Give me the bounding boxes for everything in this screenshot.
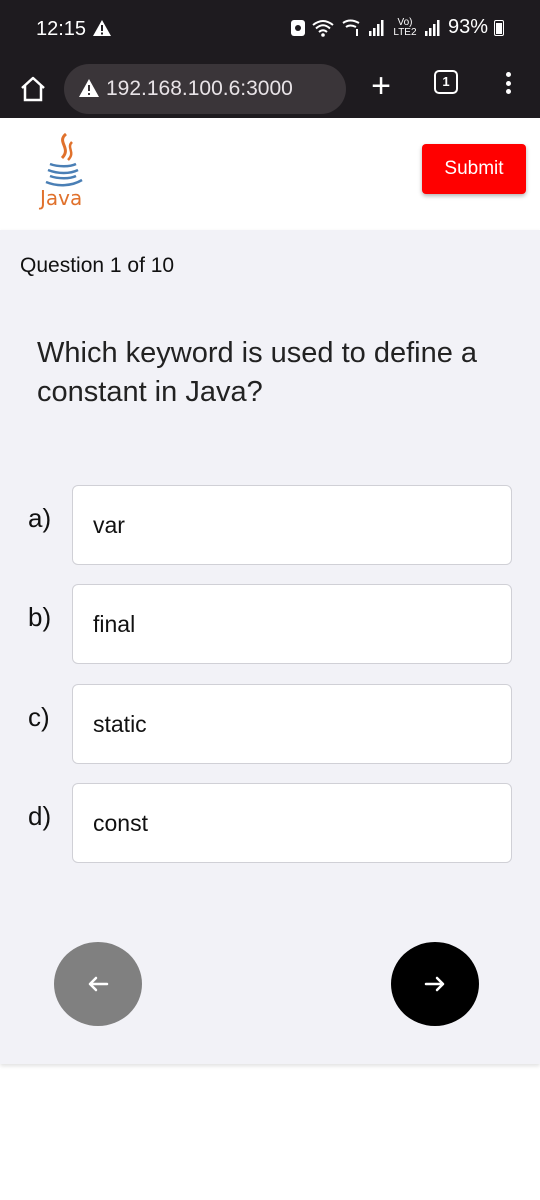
option-letter: b) [28, 602, 52, 632]
tabs-icon[interactable]: 1 [434, 70, 458, 94]
address-bar[interactable]: 192.168.100.6:3000 [64, 64, 346, 114]
option-a[interactable]: a) var [0, 485, 540, 565]
option-letter: d) [28, 801, 52, 831]
app-header: Java Submit [0, 118, 540, 230]
browser-toolbar: 192.168.100.6:3000 + 1 [0, 58, 540, 118]
status-time: 12:15 [36, 18, 87, 40]
plus-icon[interactable]: + [366, 66, 396, 106]
option-text: static [93, 711, 147, 737]
option-text: final [93, 611, 136, 637]
option-text: const [93, 810, 148, 836]
status-icons: Vo) LTE2 93% [290, 16, 504, 39]
home-icon[interactable] [18, 74, 48, 104]
logo-text: Java [40, 186, 83, 210]
option-b[interactable]: b) final [0, 584, 540, 664]
option-box[interactable]: const [72, 783, 512, 863]
quiz-card: Question 1 of 10 Which keyword is used t… [0, 230, 540, 1064]
option-letter: c) [28, 702, 50, 732]
question-text: Which keyword is used to define a consta… [37, 337, 478, 408]
previous-button[interactable] [54, 942, 142, 1026]
next-button[interactable] [391, 942, 479, 1026]
option-d[interactable]: d) const [0, 783, 540, 863]
option-letter: a) [28, 503, 52, 533]
lock-icon [290, 19, 305, 36]
wifi-calling-icon [342, 19, 360, 36]
not-secure-icon[interactable] [78, 78, 100, 98]
arrow-left-icon [88, 976, 109, 992]
arrow-right-icon [424, 976, 445, 992]
option-box[interactable]: final [72, 584, 512, 664]
signal-2-icon [424, 19, 440, 36]
submit-button[interactable]: Submit [422, 144, 526, 194]
battery-icon [494, 19, 504, 36]
network-label: Vo) LTE2 [393, 16, 417, 38]
option-box[interactable]: static [72, 684, 512, 764]
url-text[interactable]: 192.168.100.6:3000 [106, 77, 293, 101]
question-progress: Question 1 of 10 [20, 254, 175, 277]
status-bar: 12:15 Vo) LTE2 93% [0, 0, 540, 58]
signal-icon [368, 19, 384, 36]
more-icon[interactable] [500, 68, 516, 98]
option-box[interactable]: var [72, 485, 512, 565]
option-text: var [93, 512, 125, 538]
option-c[interactable]: c) static [0, 684, 540, 764]
battery-percent: 93% [447, 16, 488, 38]
warning-icon [93, 20, 111, 36]
wifi-icon [312, 19, 334, 37]
